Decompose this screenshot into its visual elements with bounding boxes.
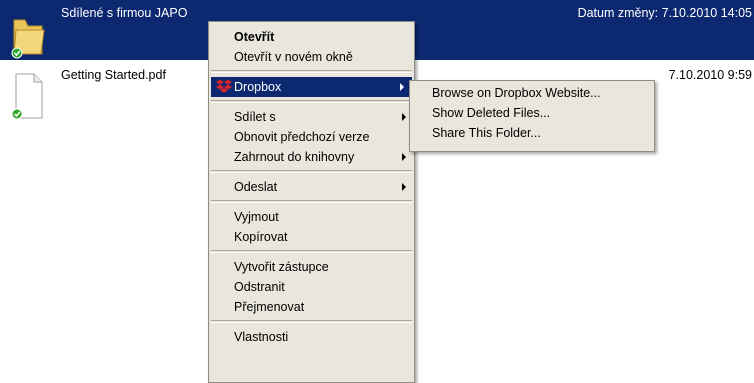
menu-item-show-deleted-files[interactable]: Show Deleted Files... [410, 103, 654, 123]
submenu-arrow-icon [402, 153, 406, 161]
pdf-document-icon [11, 73, 43, 120]
menu-item-restore-previous-versions[interactable]: Obnovit předchozí verze [209, 127, 414, 147]
menu-item-label: Sdílet s [234, 110, 276, 124]
menu-item-label: Dropbox [234, 80, 282, 94]
menu-item-delete[interactable]: Odstranit [209, 277, 414, 297]
submenu-arrow-icon [402, 113, 406, 121]
menu-item-send-to[interactable]: Odeslat [209, 177, 414, 197]
sync-ok-icon [11, 108, 23, 120]
menu-item-rename[interactable]: Přejmenovat [209, 297, 414, 317]
menu-item-share-this-folder[interactable]: Share This Folder... [410, 123, 654, 143]
menu-separator [211, 100, 412, 103]
menu-item-include-in-library[interactable]: Zahrnout do knihovny [209, 147, 414, 167]
menu-item-browse-dropbox-website[interactable]: Browse on Dropbox Website... [410, 83, 654, 103]
dropbox-submenu: Browse on Dropbox Website... Show Delete… [409, 80, 655, 152]
menu-item-dropbox[interactable]: Dropbox [211, 77, 412, 97]
file-name: Getting Started.pdf [61, 68, 166, 82]
dropbox-icon [216, 79, 232, 93]
file-name: Sdílené s firmou JAPO [61, 6, 188, 20]
submenu-arrow-icon [400, 83, 404, 91]
menu-item-open-new-window[interactable]: Otevřít v novém okně [209, 47, 414, 67]
menu-item-copy[interactable]: Kopírovat [209, 227, 414, 247]
menu-item-share-with[interactable]: Sdílet s [209, 107, 414, 127]
menu-separator [211, 320, 412, 323]
menu-item-open[interactable]: Otevřít [209, 27, 414, 47]
menu-item-properties[interactable]: Vlastnosti [209, 327, 414, 347]
menu-separator [211, 70, 412, 73]
sync-ok-icon [11, 47, 23, 59]
menu-item-create-shortcut[interactable]: Vytvořit zástupce [209, 257, 414, 277]
menu-item-label: Zahrnout do knihovny [234, 150, 355, 164]
menu-separator [211, 200, 412, 203]
file-modified-date: 7.10.2010 9:59 [668, 68, 752, 82]
menu-item-cut[interactable]: Vyjmout [209, 207, 414, 227]
menu-separator [211, 170, 412, 173]
context-menu: Otevřít Otevřít v novém okně Dropbox Sdí… [208, 21, 415, 383]
menu-separator [211, 250, 412, 253]
menu-item-label: Odeslat [234, 180, 278, 194]
folder-icon [11, 19, 45, 59]
submenu-arrow-icon [402, 183, 406, 191]
file-modified-date: Datum změny: 7.10.2010 14:05 [577, 6, 752, 20]
